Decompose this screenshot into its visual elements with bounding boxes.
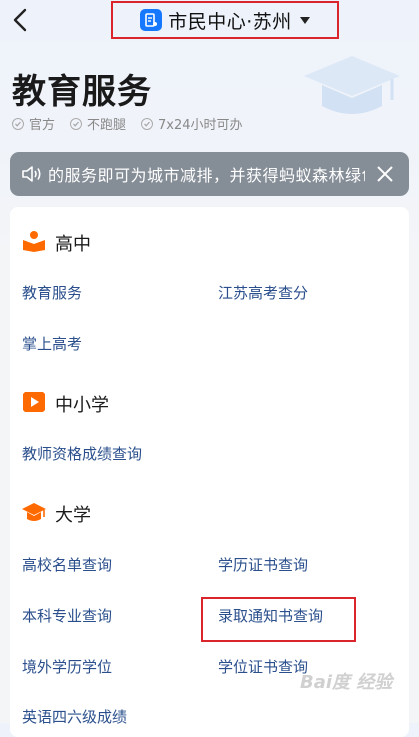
service-item[interactable]: 教育服务 [22,282,82,303]
city-title: 市民中心·苏州 [168,10,292,33]
service-item[interactable]: 学历证书查询 [218,554,308,575]
back-button[interactable] [6,4,36,36]
tag-24h: 7x24小时可办 [141,114,243,133]
page-title: 教育服务 [12,72,152,112]
notice-text: 的服务即可为城市减排，并获得蚂蚁森林绿色 [48,166,365,185]
service-item[interactable]: 本科专业查询 [22,605,112,626]
service-item[interactable]: 学位证书查询 [218,656,308,677]
top-bar: 市民中心·苏州 [0,0,419,44]
book-reader-icon [23,231,45,252]
watermark: Bai度 经验 [300,672,393,693]
city-selector[interactable]: 市民中心·苏州 [111,1,339,39]
close-notice-button[interactable] [371,160,399,188]
service-item[interactable]: 教师资格成绩查询 [22,443,142,464]
section-title-university: 大学 [55,505,91,526]
service-item[interactable]: 江苏高考查分 [218,282,308,303]
graduation-cap-icon [22,503,46,521]
notice-banner: 的服务即可为城市减排，并获得蚂蚁森林绿色 [10,152,409,196]
service-item[interactable]: 境外学历学位 [22,656,112,677]
service-item[interactable]: 掌上高考 [22,333,82,354]
section-title-primary-middle: 中小学 [55,395,109,416]
play-video-icon [23,392,45,412]
highlight-box [201,597,356,642]
tag-no-errand: 不跑腿 [70,114,126,133]
service-item[interactable]: 英语四六级成绩 [22,706,127,727]
speaker-icon [22,166,41,182]
check-circle-icon [141,117,154,130]
tag-official: 官方 [12,114,55,133]
section-title-high-school: 高中 [55,234,91,255]
citizen-center-logo-icon [140,9,163,31]
chevron-left-icon [13,8,27,32]
tag-label: 不跑腿 [87,118,127,133]
tag-label: 7x24小时可办 [158,118,243,133]
check-circle-icon [12,117,24,130]
service-item[interactable]: 高校名单查询 [22,554,112,575]
caret-down-icon [299,16,310,24]
check-circle-icon [70,117,83,130]
close-icon [377,166,393,182]
tag-label: 官方 [29,118,56,133]
graduation-cap-decoration-icon [304,56,400,114]
service-tags: 官方 不跑腿 7x24小时可办 [12,114,243,133]
